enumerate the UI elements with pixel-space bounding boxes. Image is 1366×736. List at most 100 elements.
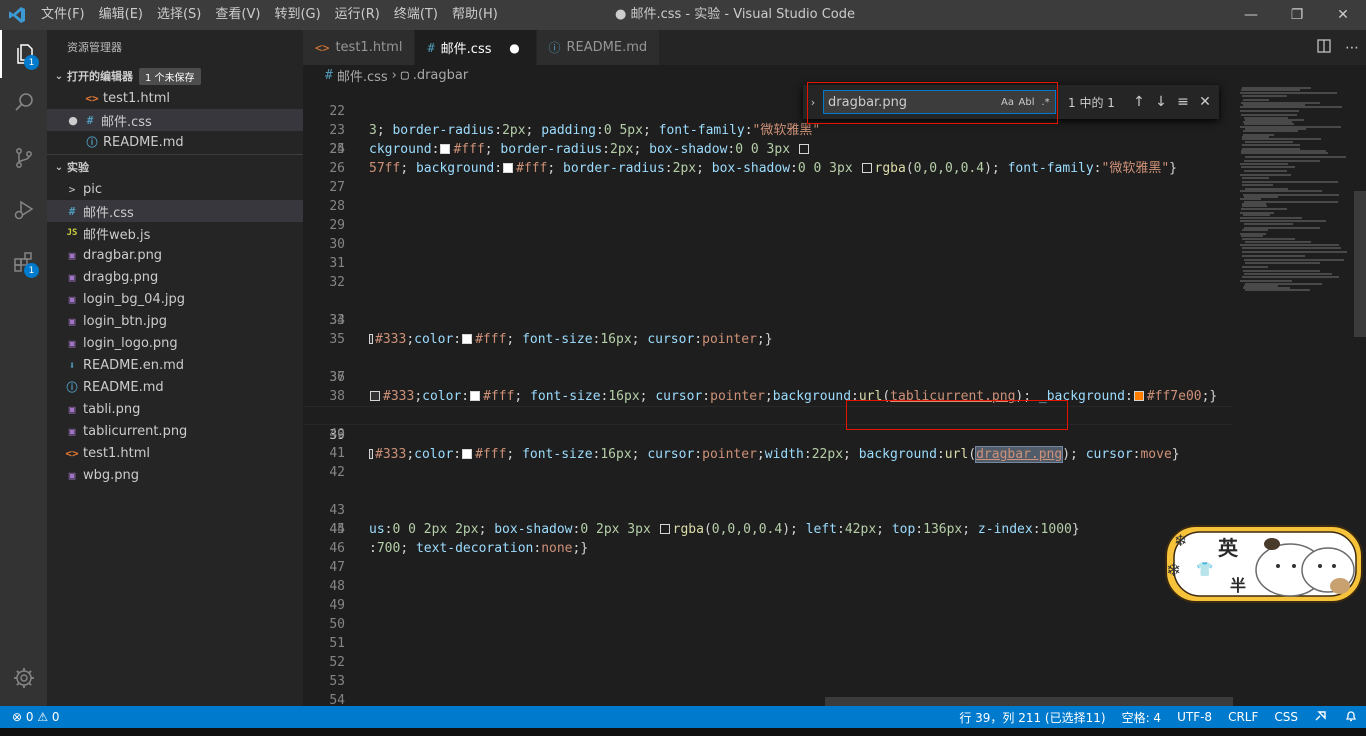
open-editor-label: README.md bbox=[103, 134, 184, 150]
tab-mail-css[interactable]: # 邮件.css ● bbox=[415, 30, 537, 65]
line-ending[interactable]: CRLF bbox=[1220, 710, 1266, 724]
image-file-icon: ▣ bbox=[68, 336, 76, 350]
encoding[interactable]: UTF-8 bbox=[1169, 710, 1220, 724]
cursor-position[interactable]: 行 39，列 211 (已选择11) bbox=[951, 709, 1113, 726]
unsaved-badge: 1 个未保存 bbox=[139, 67, 201, 85]
maximize-button[interactable]: ❐ bbox=[1274, 0, 1320, 30]
tree-item[interactable]: ▣ login_btn.jpg bbox=[47, 310, 303, 332]
split-editor-icon[interactable] bbox=[1310, 38, 1338, 57]
tree-item[interactable]: JS 邮件web.js bbox=[47, 222, 303, 244]
close-button[interactable]: ✕ bbox=[1320, 0, 1366, 30]
source-control-icon[interactable] bbox=[0, 134, 47, 182]
minimap-line bbox=[1244, 259, 1344, 261]
feedback-icon[interactable] bbox=[1306, 709, 1336, 726]
tree-item-label: tablicurrent.png bbox=[83, 423, 188, 439]
open-editor-item[interactable]: <> test1.html bbox=[47, 87, 303, 109]
tree-item[interactable]: # 邮件.css bbox=[47, 200, 303, 222]
indentation[interactable]: 空格: 4 bbox=[1114, 709, 1170, 726]
minimap-line bbox=[1242, 184, 1273, 186]
tree-item[interactable]: ⓘ README.md bbox=[47, 376, 303, 398]
problems-indicator[interactable]: ⊗ 0 ⚠ 0 bbox=[12, 710, 68, 724]
modified-dot-icon[interactable]: ● bbox=[65, 114, 81, 127]
tree-item[interactable]: ▣ login_bg_04.jpg bbox=[47, 288, 303, 310]
horizontal-scrollbar-thumb[interactable] bbox=[825, 697, 1233, 706]
html-file-icon: <> bbox=[85, 91, 99, 105]
tree-item[interactable]: ▣ login_logo.png bbox=[47, 332, 303, 354]
notifications-bell-icon[interactable] bbox=[1336, 709, 1366, 726]
close-find-icon[interactable]: ✕ bbox=[1194, 91, 1216, 113]
menu-go[interactable]: 转到(G) bbox=[267, 0, 327, 30]
tab-readme[interactable]: ⓘ README.md bbox=[536, 30, 661, 65]
more-actions-icon[interactable]: ⋯ bbox=[1338, 40, 1366, 56]
tree-item[interactable]: ▣ tabli.png bbox=[47, 398, 303, 420]
find-match-count: 1 中的 1 bbox=[1068, 95, 1115, 110]
line-number: 28 bbox=[329, 199, 345, 214]
find-in-selection-icon[interactable]: ≡ bbox=[1172, 91, 1194, 113]
open-editor-item[interactable]: ⓘ README.md bbox=[47, 131, 303, 153]
open-editors-label: 打开的编辑器 bbox=[67, 70, 133, 83]
line-number: 53 bbox=[329, 674, 345, 689]
extensions-icon[interactable]: 1 bbox=[0, 238, 47, 286]
minimize-button[interactable]: — bbox=[1228, 0, 1274, 30]
tree-item[interactable]: ▣ dragbar.png bbox=[47, 244, 303, 266]
settings-gear-icon[interactable] bbox=[0, 654, 47, 702]
tree-item[interactable]: <> test1.html bbox=[47, 442, 303, 464]
menu-run[interactable]: 运行(R) bbox=[328, 0, 387, 30]
minimap[interactable] bbox=[1240, 85, 1352, 295]
folder-header[interactable]: ⌄ 实验 bbox=[47, 156, 303, 178]
explorer-icon[interactable]: 1 bbox=[0, 30, 47, 78]
folder-label: 实验 bbox=[67, 161, 89, 174]
menu-edit[interactable]: 编辑(E) bbox=[92, 0, 150, 30]
ime-indicator-sticker[interactable]: ❄ ❄ 英 👕 半 bbox=[1160, 520, 1366, 608]
minimap-line bbox=[1242, 251, 1347, 253]
breadcrumb-symbol[interactable]: .dragbar bbox=[413, 68, 469, 83]
open-editor-label: 邮件.css bbox=[101, 114, 152, 130]
previous-match-arrow-up-icon[interactable]: ↑ bbox=[1128, 91, 1150, 113]
info-file-icon: ⓘ bbox=[66, 381, 78, 394]
code-line: 48 bbox=[303, 577, 1233, 596]
open-editor-item[interactable]: ● # 邮件.css bbox=[47, 109, 303, 131]
menu-selection[interactable]: 选择(S) bbox=[150, 0, 208, 30]
svg-text:❄: ❄ bbox=[1174, 531, 1187, 550]
minimap-line bbox=[1241, 114, 1297, 116]
chevron-down-icon: ⌄ bbox=[54, 70, 64, 82]
minimap-line bbox=[1245, 262, 1320, 264]
tree-item-label: login_logo.png bbox=[83, 335, 178, 351]
minimap-line bbox=[1244, 273, 1332, 275]
tree-item[interactable]: ▣ dragbg.png bbox=[47, 266, 303, 288]
run-debug-icon[interactable] bbox=[0, 186, 47, 234]
search-icon[interactable] bbox=[0, 78, 47, 126]
modified-dot-icon[interactable]: ● bbox=[508, 41, 522, 55]
tree-item[interactable]: ▣ wbg.png bbox=[47, 464, 303, 486]
css-file-icon: # bbox=[427, 40, 435, 55]
minimap-line bbox=[1241, 166, 1295, 168]
activity-bar: 1 1 bbox=[0, 30, 47, 706]
vertical-scrollbar[interactable] bbox=[1352, 85, 1366, 706]
line-number: 29 bbox=[329, 218, 345, 233]
status-right: 行 39，列 211 (已选择11) 空格: 4 UTF-8 CRLF CSS bbox=[951, 706, 1366, 728]
minimap-line bbox=[1240, 110, 1299, 112]
menu-bar: 文件(F) 编辑(E) 选择(S) 查看(V) 转到(G) 运行(R) 终端(T… bbox=[34, 0, 505, 30]
tree-item[interactable]: ▣ tablicurrent.png bbox=[47, 420, 303, 442]
minimap-line bbox=[1243, 99, 1269, 101]
open-editors-header[interactable]: ⌄ 打开的编辑器 1 个未保存 bbox=[47, 65, 303, 87]
tree-item[interactable]: ⬇ README.en.md bbox=[47, 354, 303, 376]
code-line: 43 us:0 0 2px 2px; box-shadow:0 2px 3px … bbox=[303, 482, 1233, 537]
menu-view[interactable]: 查看(V) bbox=[208, 0, 267, 30]
menu-help[interactable]: 帮助(H) bbox=[445, 0, 505, 30]
code-line: 47 bbox=[303, 558, 1233, 577]
line-number: 52 bbox=[329, 655, 345, 670]
code-line: 50 bbox=[303, 615, 1233, 634]
tree-item-folder[interactable]: > pic bbox=[47, 178, 303, 200]
tab-test1-html[interactable]: <> test1.html bbox=[303, 30, 416, 65]
language-mode[interactable]: CSS bbox=[1266, 710, 1306, 724]
menu-file[interactable]: 文件(F) bbox=[34, 0, 92, 30]
next-match-arrow-down-icon[interactable]: ↓ bbox=[1150, 91, 1172, 113]
code-editor[interactable]: 22 3; border-radius:2px; padding:0 5px; … bbox=[303, 85, 1233, 706]
vertical-scrollbar-thumb[interactable] bbox=[1354, 191, 1366, 337]
breadcrumb-file[interactable]: 邮件.css bbox=[337, 66, 388, 85]
code-line: 40 bbox=[303, 425, 1233, 444]
tree-item-label: wbg.png bbox=[83, 467, 140, 483]
minimap-line bbox=[1240, 106, 1342, 108]
menu-terminal[interactable]: 终端(T) bbox=[387, 0, 445, 30]
